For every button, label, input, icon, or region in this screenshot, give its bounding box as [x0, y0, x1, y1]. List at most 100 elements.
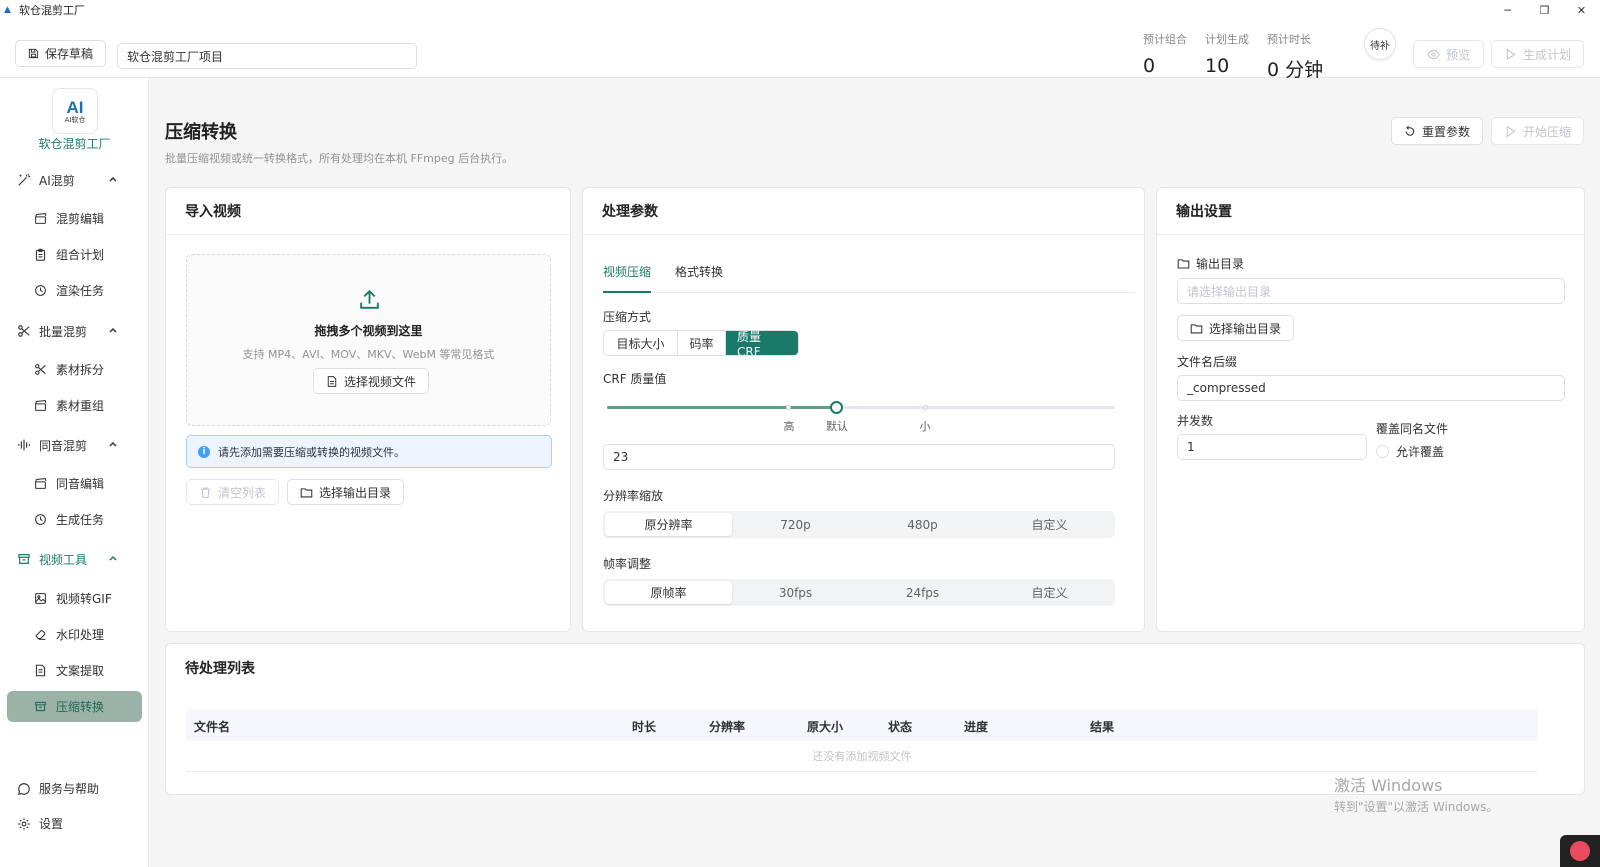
sidebar-item-combo-plan[interactable]: 组合计划 [7, 239, 142, 270]
sidebar-item-watermark[interactable]: 水印处理 [7, 619, 142, 650]
sidebar-item-label: 文案提取 [56, 664, 105, 678]
stat-planned: 计划生成 10 [1205, 31, 1249, 77]
nav-group-audio-mix[interactable]: 同音混剪 [0, 430, 149, 460]
allow-overwrite-checkbox[interactable]: 允许覆盖 [1376, 443, 1444, 460]
resolution-720p[interactable]: 720p [732, 513, 859, 536]
select-output-dir-button[interactable]: 选择输出目录 [287, 479, 404, 505]
help-link[interactable]: 服务与帮助 [17, 780, 99, 797]
select-video-files-label: 选择视频文件 [343, 374, 416, 389]
title-bar: ▲ 软仓混剪工厂 ─ ❐ ✕ [0, 0, 1600, 20]
fps-30[interactable]: 30fps [732, 581, 859, 604]
import-card-title: 导入视频 [166, 188, 570, 235]
refresh-icon [1405, 125, 1415, 136]
reset-params-button[interactable]: 重置参数 [1391, 117, 1483, 145]
generate-plan-button[interactable]: 生成计划 [1491, 40, 1584, 68]
queue-table: 文件名 时长 分辨率 原大小 状态 进度 结果 还没有添加视频文件 [186, 709, 1538, 772]
stat-duration-value: 0 分钟 [1267, 59, 1324, 81]
clear-list-label: 清空列表 [217, 485, 266, 500]
col-filename: 文件名 [194, 720, 231, 734]
stat-combos-value: 0 [1143, 55, 1156, 77]
crf-stop-small [922, 405, 928, 410]
output-dir-label: 输出目录 [1177, 255, 1244, 272]
scissors-icon [18, 325, 30, 337]
checkbox-box[interactable] [1376, 445, 1389, 458]
info-alert-text: 请先添加需要压缩或转换的视频文件。 [218, 445, 405, 459]
taskbar-app-icon[interactable] [1560, 835, 1600, 867]
chat-bubble-icon [17, 782, 30, 795]
tab-format-convert[interactable]: 格式转换 [675, 263, 723, 293]
dropzone-hint: 支持 MP4、AVI、MOV、MKV、WebM 等常见格式 [242, 348, 495, 361]
resolution-480p[interactable]: 480p [859, 513, 986, 536]
watermark-line2: 转到"设置"以激活 Windows。 [1334, 800, 1499, 814]
fps-24[interactable]: 24fps [859, 581, 986, 604]
watermark-line1: 激活 Windows [1334, 776, 1443, 795]
sidebar-item-label: 组合计划 [56, 248, 105, 262]
restore-button[interactable]: ❐ [1526, 0, 1563, 20]
tab-video-compress[interactable]: 视频压缩 [603, 263, 652, 293]
choose-output-dir-label: 选择输出目录 [1208, 321, 1281, 336]
crf-value-input[interactable]: 23 [603, 444, 1115, 470]
resolution-original[interactable]: 原分辨率 [605, 513, 732, 536]
clear-list-button[interactable]: 清空列表 [186, 479, 279, 505]
minimize-button[interactable]: ─ [1489, 0, 1526, 20]
pending-badge[interactable]: 待补 [1364, 28, 1396, 60]
compress-mode-selector: 目标大小 码率 质量 CRF [603, 330, 799, 356]
archive-icon [35, 701, 46, 712]
sidebar-item-material-regroup[interactable]: 素材重组 [7, 390, 142, 421]
nav-group-label: AI混剪 [39, 173, 75, 188]
save-draft-button[interactable]: 保存草稿 [15, 40, 106, 67]
fps-original[interactable]: 原帧率 [605, 581, 732, 604]
eraser-icon [35, 629, 46, 640]
eye-icon [1427, 49, 1440, 59]
fps-selector: 原帧率 30fps 24fps 自定义 [603, 579, 1115, 606]
nav-group-label: 同音混剪 [39, 438, 88, 453]
stat-duration: 预计时长 0 分钟 [1267, 31, 1323, 82]
crf-slider[interactable] [607, 401, 1115, 414]
mode-target-size[interactable]: 目标大小 [604, 331, 678, 355]
chevron-up-icon [109, 176, 117, 182]
gear-icon [18, 817, 30, 830]
sidebar-item-generate-tasks[interactable]: 生成任务 [7, 504, 142, 535]
mode-bitrate[interactable]: 码率 [678, 331, 726, 355]
project-name-input[interactable]: 软仓混剪工厂项目 [117, 43, 417, 69]
sidebar-item-material-split[interactable]: 素材拆分 [7, 354, 142, 385]
page-subtitle: 批量压缩视频或统一转换格式，所有处理均在本机 FFmpeg 后台执行。 [165, 152, 514, 165]
sidebar-item-label: 素材拆分 [56, 363, 105, 377]
col-duration: 时长 [632, 720, 657, 734]
settings-link[interactable]: 设置 [17, 815, 63, 832]
output-dir-input[interactable]: 请选择输出目录 [1177, 278, 1565, 304]
select-video-files-button[interactable]: 选择视频文件 [313, 368, 429, 394]
resolution-custom[interactable]: 自定义 [986, 513, 1113, 536]
sidebar-item-text-extract[interactable]: 文案提取 [7, 655, 142, 686]
clock-icon [35, 285, 46, 296]
sidebar-item-video-to-gif[interactable]: 视频转GIF [7, 583, 142, 614]
col-resolution: 分辨率 [709, 720, 746, 734]
suffix-input[interactable]: _compressed [1177, 375, 1565, 401]
nav-group-ai-mix[interactable]: AI混剪 [0, 165, 149, 195]
sidebar-item-compress-convert[interactable]: 压缩转换 [7, 691, 142, 722]
preview-button[interactable]: 预览 [1413, 40, 1484, 68]
fps-custom[interactable]: 自定义 [986, 581, 1113, 604]
nav-group-batch-mix[interactable]: 批量混剪 [0, 316, 149, 346]
nav-group-video-tools[interactable]: 视频工具 [0, 544, 149, 574]
stat-combos-label: 预计组合 [1143, 33, 1187, 46]
sidebar-item-mix-edit[interactable]: 混剪编辑 [7, 203, 142, 234]
crf-slider-handle[interactable] [829, 401, 843, 414]
queue-empty-text: 还没有添加视频文件 [186, 741, 1538, 772]
video-dropzone[interactable]: 拖拽多个视频到这里 支持 MP4、AVI、MOV、MKV、WebM 等常见格式 … [186, 254, 551, 426]
sidebar-item-render-tasks[interactable]: 渲染任务 [7, 275, 142, 306]
folder-icon [1190, 323, 1203, 333]
choose-output-dir-button[interactable]: 选择输出目录 [1177, 315, 1294, 341]
mode-crf[interactable]: 质量 CRF [726, 331, 798, 355]
save-draft-label: 保存草稿 [44, 47, 93, 61]
brand-name: 软仓混剪工厂 [38, 137, 111, 151]
nav-group-label: 批量混剪 [39, 324, 88, 339]
queue-card-title: 待处理列表 [185, 660, 255, 677]
close-button[interactable]: ✕ [1563, 0, 1600, 20]
concurrency-input[interactable]: 1 [1177, 434, 1367, 460]
start-compress-button[interactable]: 开始压缩 [1491, 117, 1584, 145]
suffix-label: 文件名后缀 [1177, 355, 1238, 369]
overwrite-label: 覆盖同名文件 [1376, 422, 1449, 436]
nav-group-label: 视频工具 [39, 552, 88, 567]
sidebar-item-audio-edit[interactable]: 同音编辑 [7, 468, 142, 499]
